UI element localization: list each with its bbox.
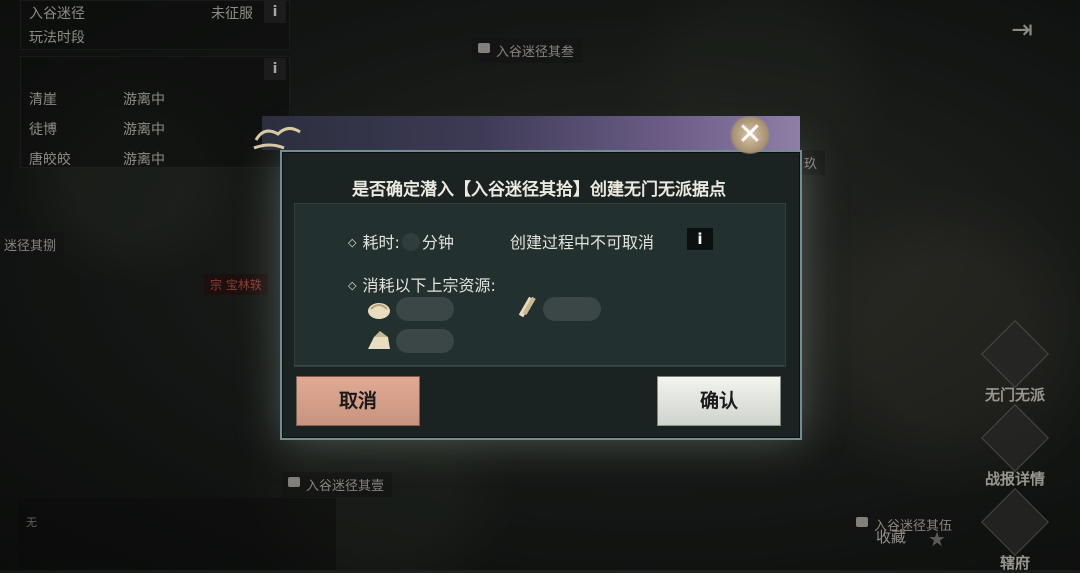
cloud-ornament-icon bbox=[253, 127, 301, 150]
dialog-divider bbox=[294, 365, 784, 366]
resource-amount bbox=[543, 297, 601, 321]
time-value-placeholder bbox=[401, 233, 420, 251]
time-cost-line: ◇ 耗时: 分钟 bbox=[348, 233, 454, 252]
bun-icon bbox=[368, 303, 390, 319]
cannot-cancel-text: 创建过程中不可取消 bbox=[510, 233, 655, 252]
wood-icon bbox=[518, 296, 536, 318]
info-icon[interactable]: i bbox=[687, 228, 713, 250]
consume-line: ◇ 消耗以下上宗资源: bbox=[348, 276, 496, 295]
resource-amount bbox=[396, 297, 454, 321]
cancel-button[interactable]: 取消 bbox=[296, 376, 420, 426]
ingot-icon bbox=[368, 331, 390, 349]
close-icon[interactable]: ✕ bbox=[728, 116, 772, 154]
resource-amount bbox=[396, 329, 454, 353]
dialog-title: 是否确定潜入【入谷迷径其拾】创建无门无派据点 bbox=[352, 180, 726, 200]
dialog-header-bar bbox=[262, 116, 800, 150]
confirm-button[interactable]: 确认 bbox=[657, 376, 781, 426]
